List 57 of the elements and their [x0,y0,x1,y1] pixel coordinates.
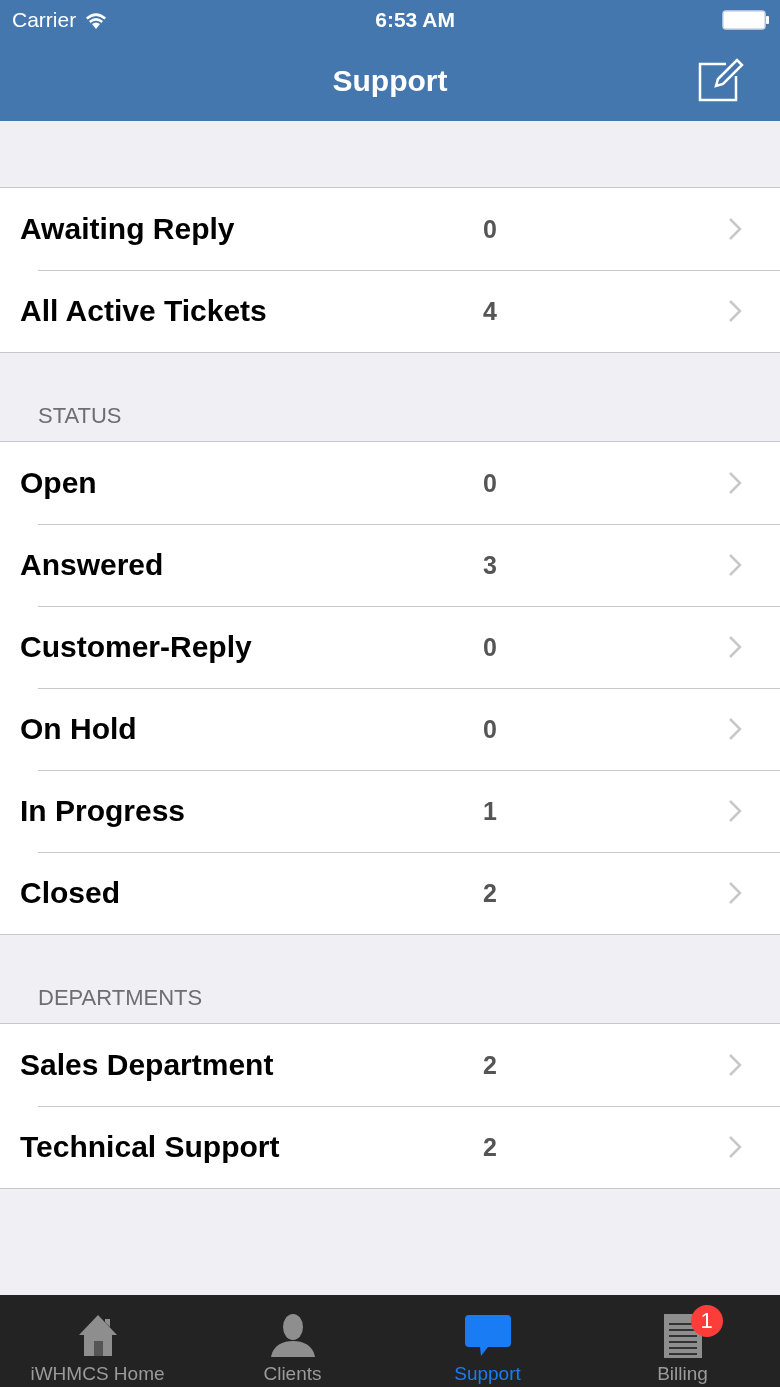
chevron-icon [728,1053,742,1077]
row-count: 0 [483,468,497,498]
row-label: Awaiting Reply [20,212,236,246]
chat-bubble-icon [463,1313,512,1357]
tab-item[interactable]: iWHMCS Home [0,1295,195,1387]
row-label: On Hold [20,712,138,746]
row-label: Open [20,466,98,500]
chevron-icon [728,299,742,323]
chevron-icon [728,553,742,577]
chevron-icon [728,217,742,241]
list-row[interactable]: Closed 2 [0,852,780,934]
tab-item[interactable]: Clients [195,1295,390,1387]
row-label: Technical Support [20,1130,281,1164]
compose-button[interactable] [698,56,744,102]
nav-title: Support [332,63,448,98]
row-count: 0 [483,632,497,662]
list-row[interactable]: Awaiting Reply 0 [0,188,780,270]
row-count: 2 [483,878,497,908]
chevron-icon [728,717,742,741]
carrier-label: Carrier [12,8,77,32]
list-row[interactable]: In Progress 1 [0,770,780,852]
section-header: STATUS [38,403,122,428]
row-label: All Active Tickets [20,294,268,328]
row-label: Sales Department [20,1048,275,1082]
list-row[interactable]: Customer-Reply 0 [0,606,780,688]
notification-badge: 1 [690,1305,723,1337]
chevron-icon [728,799,742,823]
battery-icon [722,10,770,30]
chevron-icon [728,1135,742,1159]
document-icon [662,1313,703,1359]
row-count: 0 [483,214,497,244]
tab-item[interactable]: Support [390,1295,585,1387]
row-count: 2 [483,1050,497,1080]
wifi-icon [84,11,109,29]
row-label: Closed [20,876,122,910]
chevron-icon [728,635,742,659]
home-icon [76,1313,119,1357]
chevron-icon [728,881,742,905]
list-row[interactable]: All Active Tickets 4 [0,270,780,352]
row-count: 0 [483,714,497,744]
list-row[interactable]: On Hold 0 [0,688,780,770]
time-label: 6:53 AM [375,8,455,32]
row-count: 1 [483,796,497,826]
section-header: DEPARTMENTS [38,985,203,1010]
row-label: In Progress [20,794,187,828]
list-row[interactable]: Technical Support 2 [0,1106,780,1188]
list-row[interactable]: Answered 3 [0,524,780,606]
row-count: 4 [483,296,497,326]
row-label: Customer-Reply [20,630,253,664]
list-row[interactable]: Sales Department 2 [0,1024,780,1106]
tab-item[interactable]: 1 Billing [585,1295,780,1387]
row-count: 3 [483,550,497,580]
person-icon [268,1313,317,1357]
list-row[interactable]: Open 0 [0,442,780,524]
row-count: 2 [483,1132,497,1162]
chevron-icon [728,471,742,495]
row-label: Answered [20,548,165,582]
